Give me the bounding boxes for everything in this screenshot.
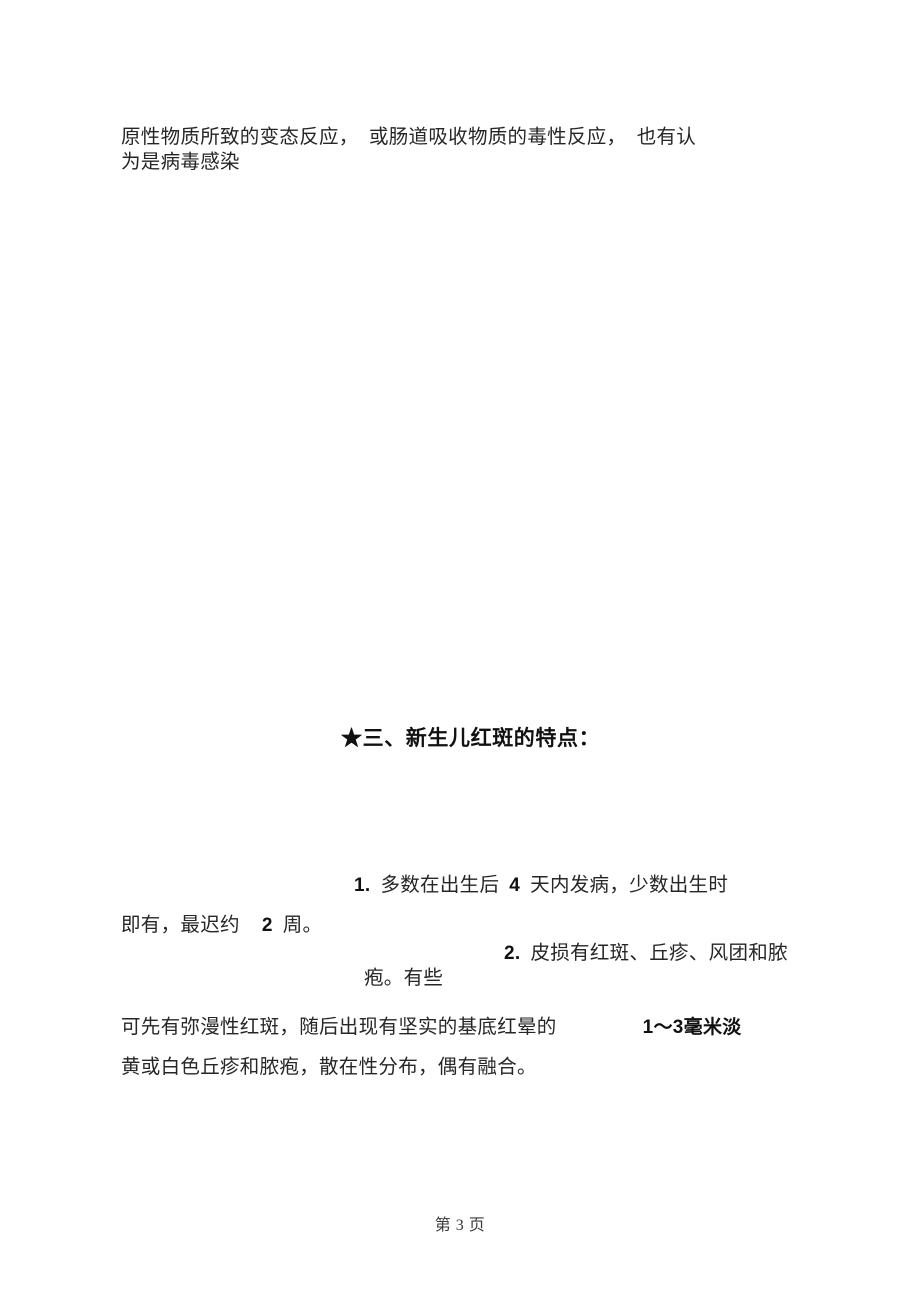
list-marker-1: 1. bbox=[354, 875, 371, 896]
list-item-2-line-1: 2. 皮损有红斑、丘疹、风团和脓 bbox=[504, 944, 788, 964]
list-item-1-text-b: 天内发病，少数出生时 bbox=[530, 875, 729, 896]
intro-paragraph-line-1: 原性物质所致的变态反应， 或肠道吸收物质的毒性反应， 也有认 bbox=[121, 127, 697, 148]
list-item-2-text-b: 可先有弥漫性红斑，随后出现有坚实的基底红晕的 bbox=[121, 1017, 557, 1038]
list-item-1-line-1: 1. 多数在出生后 4 天内发病，少数出生时 bbox=[354, 876, 728, 896]
list-item-1-text-c: 即有，最迟约 bbox=[121, 915, 240, 936]
list-item-2-emphasis-size: 1～3毫米淡 bbox=[642, 1017, 742, 1038]
list-item-2-text-a: 皮损有红斑、丘疹、风团和脓 bbox=[530, 943, 788, 964]
list-item-1-emphasis-days: 4 bbox=[509, 875, 521, 896]
section-heading: ★三、新生儿红斑的特点： bbox=[341, 726, 601, 750]
intro-paragraph-line-2: 为是病毒感染 bbox=[121, 152, 240, 173]
page-number-footer: 第 3 页 bbox=[434, 1217, 486, 1234]
list-item-1-text-d: 周。 bbox=[282, 915, 323, 936]
list-item-2-line-2: 疱。有些 bbox=[364, 968, 444, 989]
list-item-1-line-2: 即有，最迟约 2 周。 bbox=[121, 916, 322, 936]
list-item-2-line-3: 可先有弥漫性红斑，随后出现有坚实的基底红晕的 1～3毫米淡 bbox=[121, 1018, 742, 1038]
list-item-1-emphasis-weeks: 2 bbox=[261, 915, 273, 936]
list-marker-2: 2. bbox=[504, 943, 521, 964]
document-page: 原性物质所致的变态反应， 或肠道吸收物质的毒性反应， 也有认 为是病毒感染 ★三… bbox=[0, 0, 920, 1303]
list-item-2-line-4: 黄或白色丘疹和脓疱，散在性分布，偶有融合。 bbox=[121, 1057, 537, 1078]
list-item-1-text-a: 多数在出生后 bbox=[380, 875, 500, 896]
